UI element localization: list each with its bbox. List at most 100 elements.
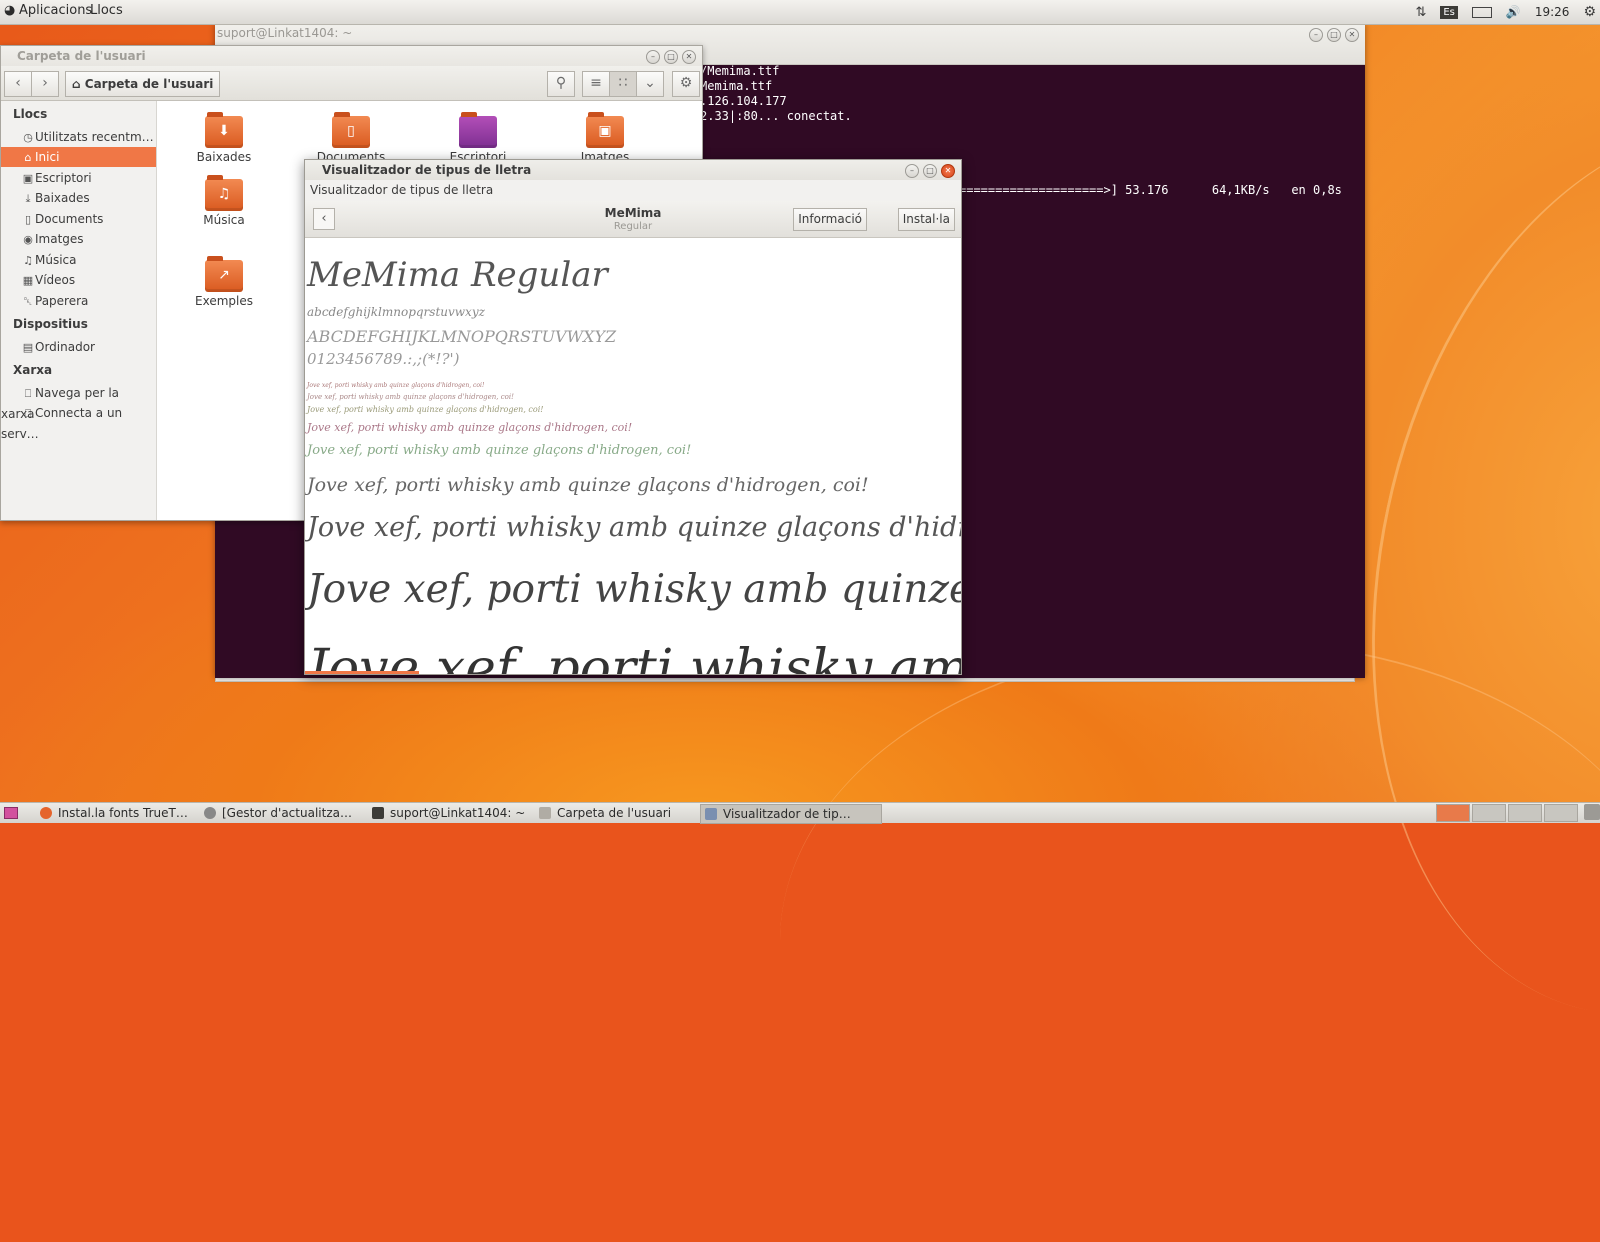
sidebar-item-browse-network[interactable]: ⎕ Navega per la xarxa [1, 383, 156, 421]
maximize-button[interactable]: □ [664, 50, 678, 64]
forward-button[interactable]: › [31, 71, 59, 97]
server-icon: ⎕ [24, 407, 32, 420]
sidebar-item-documents[interactable]: ▯ Documents [1, 209, 156, 229]
chevron-down-icon: ⌄ [644, 75, 656, 91]
sidebar-item-connect-server[interactable]: ⎕ Connecta a un serv… [1, 403, 156, 441]
keyboard-layout-indicator[interactable]: Es [1440, 5, 1458, 19]
minimize-button[interactable]: – [646, 50, 660, 64]
applications-menu[interactable]: Aplicacions [19, 3, 92, 18]
workspace-4[interactable] [1544, 804, 1578, 822]
folder-examples[interactable]: ↗ Exemples [179, 256, 269, 308]
sidebar-item-home[interactable]: ⌂ Inici [1, 147, 156, 167]
wallpaper-swoosh [780, 640, 1600, 1242]
sidebar-heading-devices: Dispositius [13, 317, 88, 331]
settings-button[interactable]: ⚙ [672, 71, 700, 97]
preview-pangram-52: Jove xef, porti whisky amb quinze glaçon… [307, 639, 961, 675]
sidebar-item-downloads[interactable]: ⤓ Baixades [1, 188, 156, 208]
app-menu[interactable]: Visualitzador de tipus de lletra [305, 180, 961, 201]
gear-icon[interactable]: ⚙ [1583, 4, 1596, 20]
file-manager-icon [539, 807, 551, 819]
preview-pangram-6: Jove xef, porti whisky amb quinze glaçon… [307, 382, 485, 389]
close-button[interactable]: ✕ [682, 50, 696, 64]
task-font-viewer[interactable]: Visualitzador de tip… [700, 804, 882, 824]
workspace-2[interactable] [1472, 804, 1506, 822]
update-manager-icon [204, 807, 216, 819]
bottom-taskbar: Instal.la fonts TrueT… [Gestor d'actuali… [0, 802, 1600, 824]
indicator-area: ⇅ Es 🔊 19:26 ⚙ [1415, 0, 1600, 24]
task-firefox[interactable]: Instal.la fonts TrueT… [36, 804, 208, 822]
preview-pangram-39: Jove xef, porti whisky amb quinze glaçon… [307, 567, 962, 612]
desktop-icon: ▣ [22, 172, 34, 185]
close-button[interactable]: ✕ [941, 164, 955, 178]
horizontal-scrollbar[interactable] [305, 671, 419, 674]
download-icon: ⤓ [25, 192, 31, 205]
task-update-manager[interactable]: [Gestor d'actualitza… [200, 804, 372, 822]
sidebar-item-computer[interactable]: ▤ Ordinador [1, 337, 156, 357]
folder-desktop[interactable]: Escriptori [433, 112, 523, 164]
examples-folder-icon: ↗ [205, 256, 243, 292]
minimize-button[interactable]: – [1309, 28, 1323, 42]
minimize-button[interactable]: – [905, 164, 919, 178]
music-icon: ♫ [23, 254, 33, 267]
drive-icon: ▤ [22, 341, 34, 354]
search-button[interactable]: ⚲ [547, 71, 575, 97]
font-preview-area[interactable]: MeMima Regular abcdefghijklmnopqrstuvwxy… [305, 239, 961, 674]
gear-icon: ⚙ [679, 75, 693, 91]
workspace-1[interactable] [1436, 804, 1470, 822]
preview-digits: 0123456789.:,;(*!?') [307, 350, 460, 368]
network-updown-icon[interactable]: ⇅ [1415, 5, 1426, 20]
maximize-button[interactable]: □ [1327, 28, 1341, 42]
preview-heading: MeMima Regular [307, 255, 608, 295]
folder-downloads[interactable]: ⬇ Baixades [179, 112, 269, 164]
sidebar-item-music[interactable]: ♫ Música [1, 250, 156, 270]
distro-logo-icon[interactable]: ◕ [4, 3, 15, 18]
show-desktop-icon[interactable] [4, 807, 18, 819]
font-viewer-titlebar[interactable]: Visualitzador de tipus de lletra – □ ✕ [305, 160, 961, 180]
terminal-title: suport@Linkat1404: ~ [217, 26, 353, 40]
home-icon: ⌂ [72, 77, 81, 91]
install-button[interactable]: Instal·la [897, 208, 955, 231]
view-options-button[interactable]: ⌄ [636, 71, 664, 97]
preview-pangram-7: Jove xef, porti whisky amb quinze glaçon… [307, 393, 514, 401]
preview-lowercase: abcdefghijklmnopqrstuvwxyz [307, 305, 485, 319]
font-viewer-window[interactable]: Visualitzador de tipus de lletra – □ ✕ V… [304, 159, 962, 675]
sidebar-item-trash[interactable]: ␡ Paperera [1, 291, 156, 311]
folder-pictures[interactable]: ▣ Imatges [560, 112, 650, 164]
sidebar-item-pictures[interactable]: ◉ Imatges [1, 229, 156, 249]
trash-icon: ␡ [23, 295, 33, 308]
workspace-3[interactable] [1508, 804, 1542, 822]
places-menu[interactable]: Llocs [90, 3, 123, 18]
sidebar-item-videos[interactable]: ▦ Vídeos [1, 270, 156, 290]
workspace-switcher [1434, 804, 1600, 822]
firefox-icon [40, 807, 52, 819]
search-icon: ⚲ [555, 75, 567, 91]
info-button[interactable]: Informació [793, 208, 867, 231]
terminal-icon [372, 807, 384, 819]
battery-icon[interactable] [1471, 6, 1492, 18]
file-manager-sidebar: Llocs ◷ Utilitzats recentm… ⌂ Inici ▣ Escri… [1, 101, 157, 520]
terminal-output[interactable]: /Memima.ttf Memima.ttf .126.104.177 2.33… [700, 64, 852, 169]
list-view-button[interactable]: ≡ [582, 71, 610, 97]
task-terminal[interactable]: suport@Linkat1404: ~ [368, 804, 540, 822]
font-viewer-header: ‹ MeMima Regular Informació Instal·la [305, 201, 961, 238]
folder-music[interactable]: ♫ Música [179, 175, 269, 227]
maximize-button[interactable]: □ [923, 164, 937, 178]
close-button[interactable]: ✕ [1345, 28, 1359, 42]
folder-documents[interactable]: ▯ Documents [306, 112, 396, 164]
grid-view-button[interactable]: ∷ [609, 71, 637, 97]
volume-icon[interactable]: 🔊 [1506, 5, 1521, 19]
path-home-button[interactable]: ⌂ Carpeta de l'usuari [65, 71, 221, 97]
clock[interactable]: 19:26 [1535, 5, 1570, 19]
trash-icon[interactable] [1584, 804, 1600, 820]
preview-pangram-13: Jove xef, porti whisky amb quinze glaçon… [307, 443, 692, 458]
file-manager-titlebar[interactable]: Carpeta de l'usuari – □ ✕ [1, 46, 702, 66]
terminal-progress-line: ====================>] 53.176 64,1KB/s e… [959, 183, 1342, 197]
sidebar-heading-places: Llocs [13, 107, 48, 121]
back-button[interactable]: ‹ [4, 71, 32, 97]
font-viewer-icon [705, 808, 717, 820]
list-icon: ≡ [590, 75, 602, 91]
task-file-manager[interactable]: Carpeta de l'usuari [535, 804, 707, 822]
sidebar-item-desktop[interactable]: ▣ Escriptori [1, 168, 156, 188]
preview-pangram-11: Jove xef, porti whisky amb quinze glaçon… [307, 421, 633, 434]
sidebar-item-recent[interactable]: ◷ Utilitzats recentm… [1, 127, 156, 147]
